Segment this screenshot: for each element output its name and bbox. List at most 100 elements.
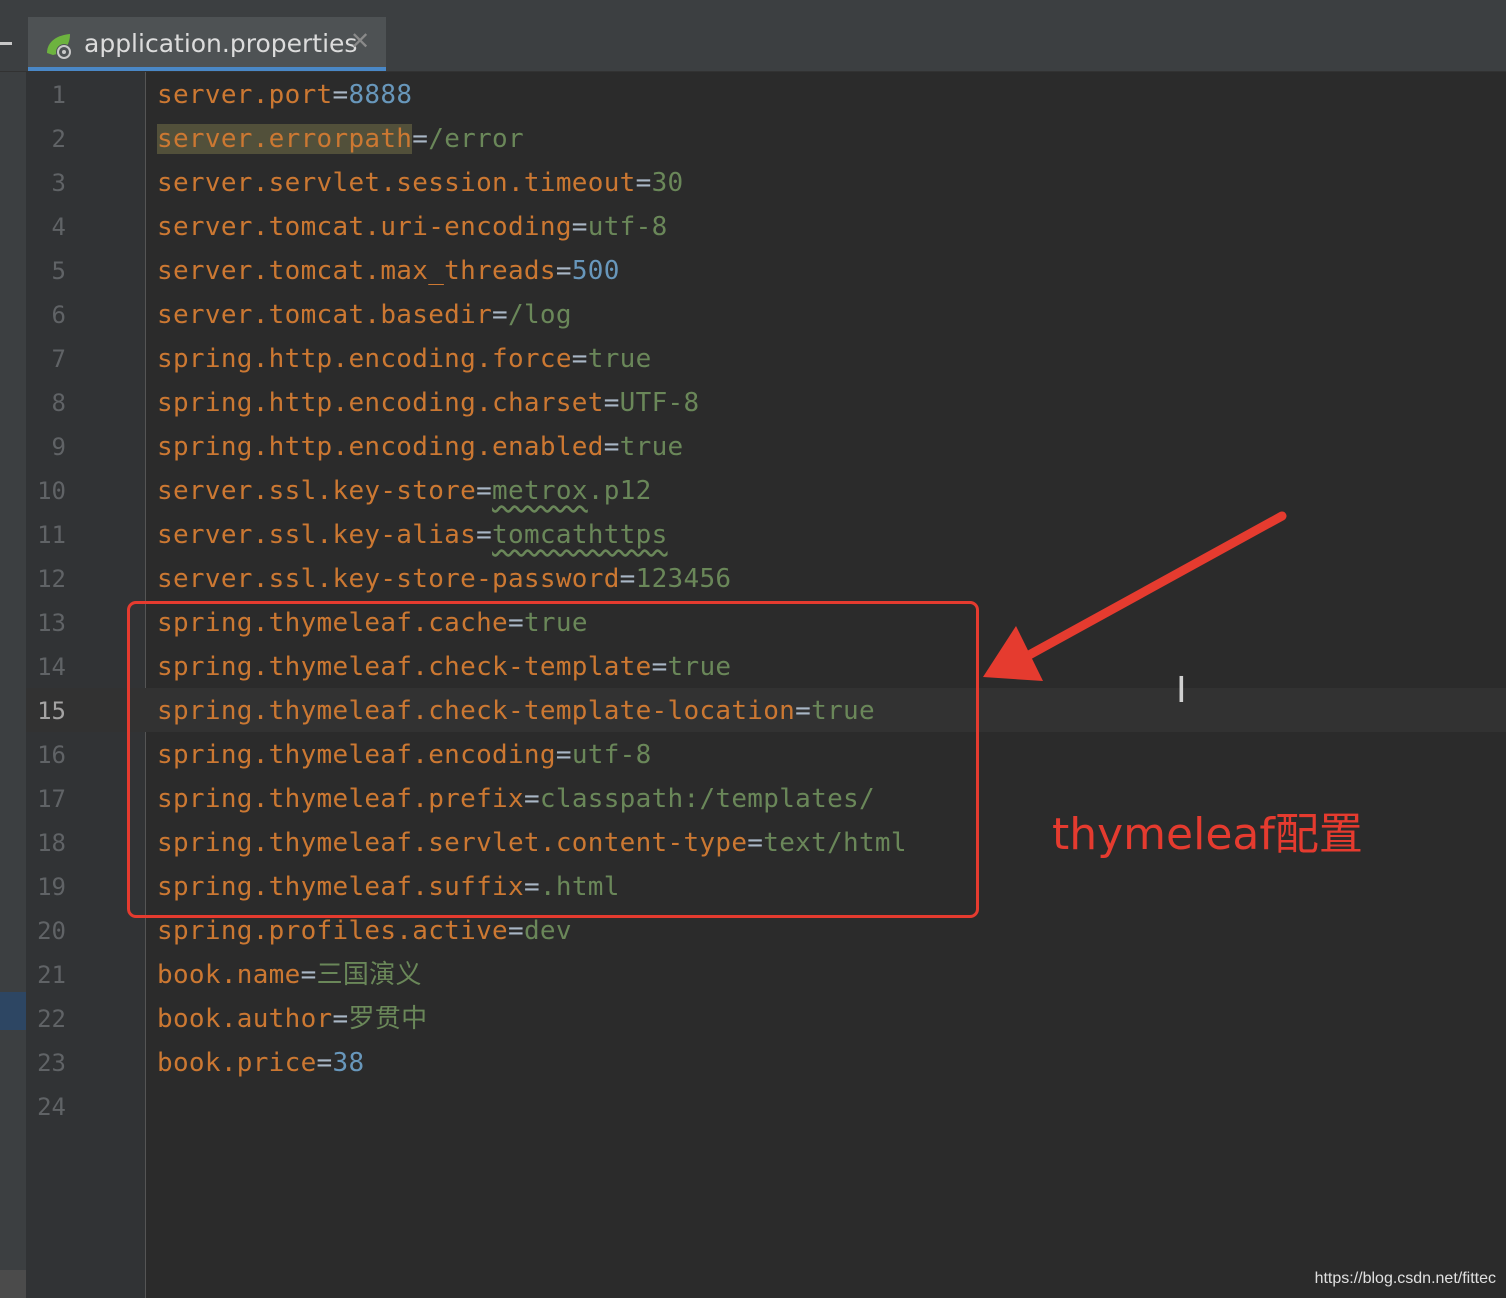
- equals-sign: =: [476, 476, 493, 506]
- line-number: 10: [37, 477, 66, 505]
- top-toolbar: [0, 0, 1506, 18]
- equals-sign: =: [507, 916, 524, 946]
- equals-sign: =: [619, 564, 636, 594]
- tool-window-strip: [0, 72, 26, 1298]
- property-key: server.tomcat.basedir: [157, 300, 493, 330]
- code-line[interactable]: server.ssl.key-store-password=123456: [157, 557, 731, 601]
- code-line[interactable]: book.name=三国演义: [157, 953, 422, 997]
- property-key: spring.profiles.active: [157, 916, 508, 946]
- property-value: true: [619, 432, 684, 462]
- code-line[interactable]: server.servlet.session.timeout=30: [157, 161, 684, 205]
- property-key: spring.http.encoding.enabled: [157, 432, 604, 462]
- line-number: 6: [51, 301, 66, 329]
- property-key: server.ssl.key-store-password: [157, 564, 620, 594]
- property-key: server.servlet.session.timeout: [157, 168, 636, 198]
- tab-label: application.properties: [84, 29, 358, 58]
- property-value: utf-8: [587, 212, 668, 242]
- line-number: 22: [37, 1005, 66, 1033]
- close-icon[interactable]: ✕: [350, 27, 370, 55]
- property-key: book.price: [157, 1048, 317, 1078]
- line-number: 13: [37, 609, 66, 637]
- annotation-label: thymeleaf配置: [1052, 809, 1363, 860]
- line-number: 20: [37, 917, 66, 945]
- property-key: spring.http.encoding.force: [157, 344, 572, 374]
- code-line[interactable]: book.price=38: [157, 1041, 364, 1085]
- property-key: server.port: [157, 80, 333, 110]
- line-number: 2: [51, 125, 66, 153]
- line-number: 3: [51, 169, 66, 197]
- minimize-icon[interactable]: [0, 42, 12, 45]
- line-number: 7: [51, 345, 66, 373]
- property-value: 罗贯中: [348, 1004, 428, 1034]
- line-number: 21: [37, 961, 66, 989]
- code-line[interactable]: spring.http.encoding.enabled=true: [157, 425, 684, 469]
- property-value: true: [587, 344, 652, 374]
- line-number: 17: [37, 785, 66, 813]
- line-number: 11: [37, 521, 66, 549]
- equals-sign: =: [332, 1004, 349, 1034]
- line-number: 15: [37, 697, 66, 725]
- tool-window-marker[interactable]: [0, 992, 26, 1030]
- code-line[interactable]: server.ssl.key-alias=tomcathttps: [157, 513, 668, 557]
- property-value-misspelled: metrox: [492, 476, 588, 506]
- code-line[interactable]: book.author=罗贯中: [157, 997, 427, 1041]
- code-line[interactable]: server.tomcat.basedir=/log: [157, 293, 572, 337]
- line-number: 16: [37, 741, 66, 769]
- property-value: /error: [428, 124, 524, 154]
- equals-sign: =: [316, 1048, 333, 1078]
- property-key: server.tomcat.max_threads: [157, 256, 556, 286]
- property-value: /log: [508, 300, 572, 330]
- equals-sign: =: [555, 256, 572, 286]
- line-number: 4: [51, 213, 66, 241]
- property-key: spring.http.encoding.charset: [157, 388, 604, 418]
- line-number: 23: [37, 1049, 66, 1077]
- code-line[interactable]: spring.http.encoding.force=true: [157, 337, 652, 381]
- equals-sign: =: [492, 300, 508, 330]
- property-value: 123456: [635, 564, 732, 594]
- code-line[interactable]: server.port=8888: [157, 73, 412, 117]
- line-number: 8: [51, 389, 66, 417]
- line-number: 18: [37, 829, 66, 857]
- line-number: 14: [37, 653, 66, 681]
- property-value: .p12: [587, 476, 652, 506]
- ide-window: application.properties ✕ server.port=888…: [0, 0, 1506, 1298]
- text-cursor-icon: Ι: [1176, 670, 1187, 711]
- equals-sign: =: [603, 388, 620, 418]
- code-line[interactable]: server.tomcat.uri-encoding=utf-8: [157, 205, 668, 249]
- property-key: server.tomcat.uri-encoding: [157, 212, 572, 242]
- line-number: 12: [37, 565, 66, 593]
- equals-sign: =: [635, 168, 652, 198]
- tab-application-properties[interactable]: application.properties ✕: [28, 17, 386, 71]
- property-value: 30: [651, 168, 684, 198]
- tool-window-marker[interactable]: [0, 1270, 26, 1298]
- line-number: 9: [51, 433, 66, 461]
- code-line[interactable]: spring.http.encoding.charset=UTF-8: [157, 381, 699, 425]
- property-key: server.ssl.key-alias: [157, 520, 477, 550]
- property-value: 8888: [348, 80, 413, 110]
- line-number: 5: [51, 257, 66, 285]
- property-key: server.errorpath: [157, 124, 413, 154]
- property-key: book.author: [157, 1004, 333, 1034]
- equals-sign: =: [300, 960, 317, 990]
- property-value-misspelled: tomcathttps: [492, 520, 668, 550]
- equals-sign: =: [603, 432, 620, 462]
- spring-properties-icon: [47, 34, 72, 60]
- property-value: UTF-8: [619, 388, 700, 418]
- code-line[interactable]: server.tomcat.max_threads=500: [157, 249, 620, 293]
- annotation-box: [127, 601, 979, 918]
- property-key: book.name: [157, 960, 301, 990]
- property-value: dev: [523, 916, 572, 946]
- property-value: 三国演义: [316, 960, 422, 990]
- equals-sign: =: [571, 212, 588, 242]
- equals-sign: =: [571, 344, 588, 374]
- line-number: 1: [51, 81, 66, 109]
- property-key: server.ssl.key-store: [157, 476, 477, 506]
- line-number: 19: [37, 873, 66, 901]
- equals-sign: =: [412, 124, 429, 154]
- equals-sign: =: [476, 520, 493, 550]
- code-line[interactable]: server.ssl.key-store=metrox.p12: [157, 469, 652, 513]
- code-line[interactable]: server.errorpath=/error: [157, 117, 524, 161]
- property-value: 38: [332, 1048, 365, 1078]
- equals-sign: =: [332, 80, 349, 110]
- line-number: 24: [37, 1093, 66, 1121]
